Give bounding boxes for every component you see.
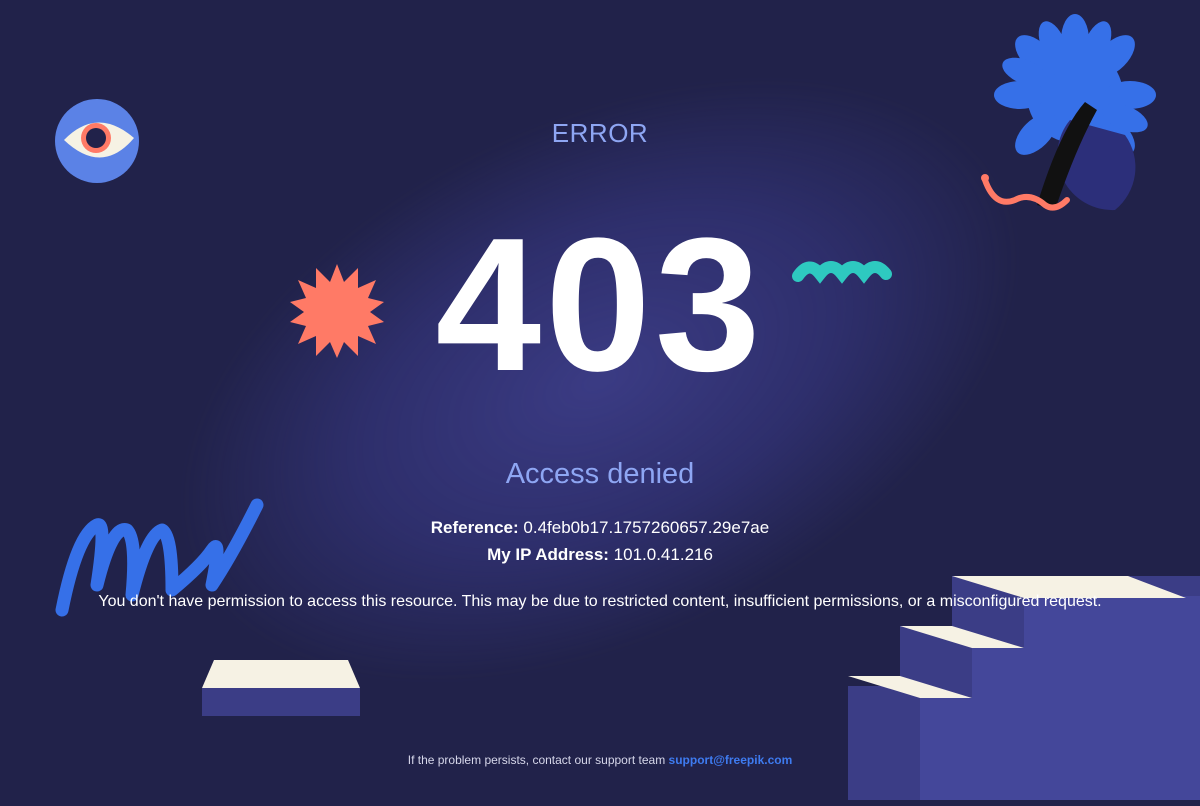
pedestal-icon	[202, 660, 360, 716]
footer-text: If the problem persists, contact our sup…	[407, 753, 669, 767]
reference-line: Reference: 0.4feb0b17.1757260657.29e7ae	[0, 518, 1200, 538]
page-title: Access denied	[505, 458, 695, 490]
ip-value: 101.0.41.216	[613, 545, 713, 564]
footer: If the problem persists, contact our sup…	[0, 753, 1200, 767]
support-email-link[interactable]: support@freepik.com	[669, 753, 793, 767]
reference-value: 0.4feb0b17.1757260657.29e7ae	[523, 518, 770, 537]
error-message: You don't have permission to access this…	[98, 593, 1102, 610]
ip-line: My IP Address: 101.0.41.216	[0, 545, 1200, 565]
error-label: ERROR	[551, 118, 649, 148]
reference-label: Reference:	[430, 518, 519, 537]
ip-label: My IP Address:	[487, 545, 609, 564]
error-code: 403	[435, 199, 765, 411]
